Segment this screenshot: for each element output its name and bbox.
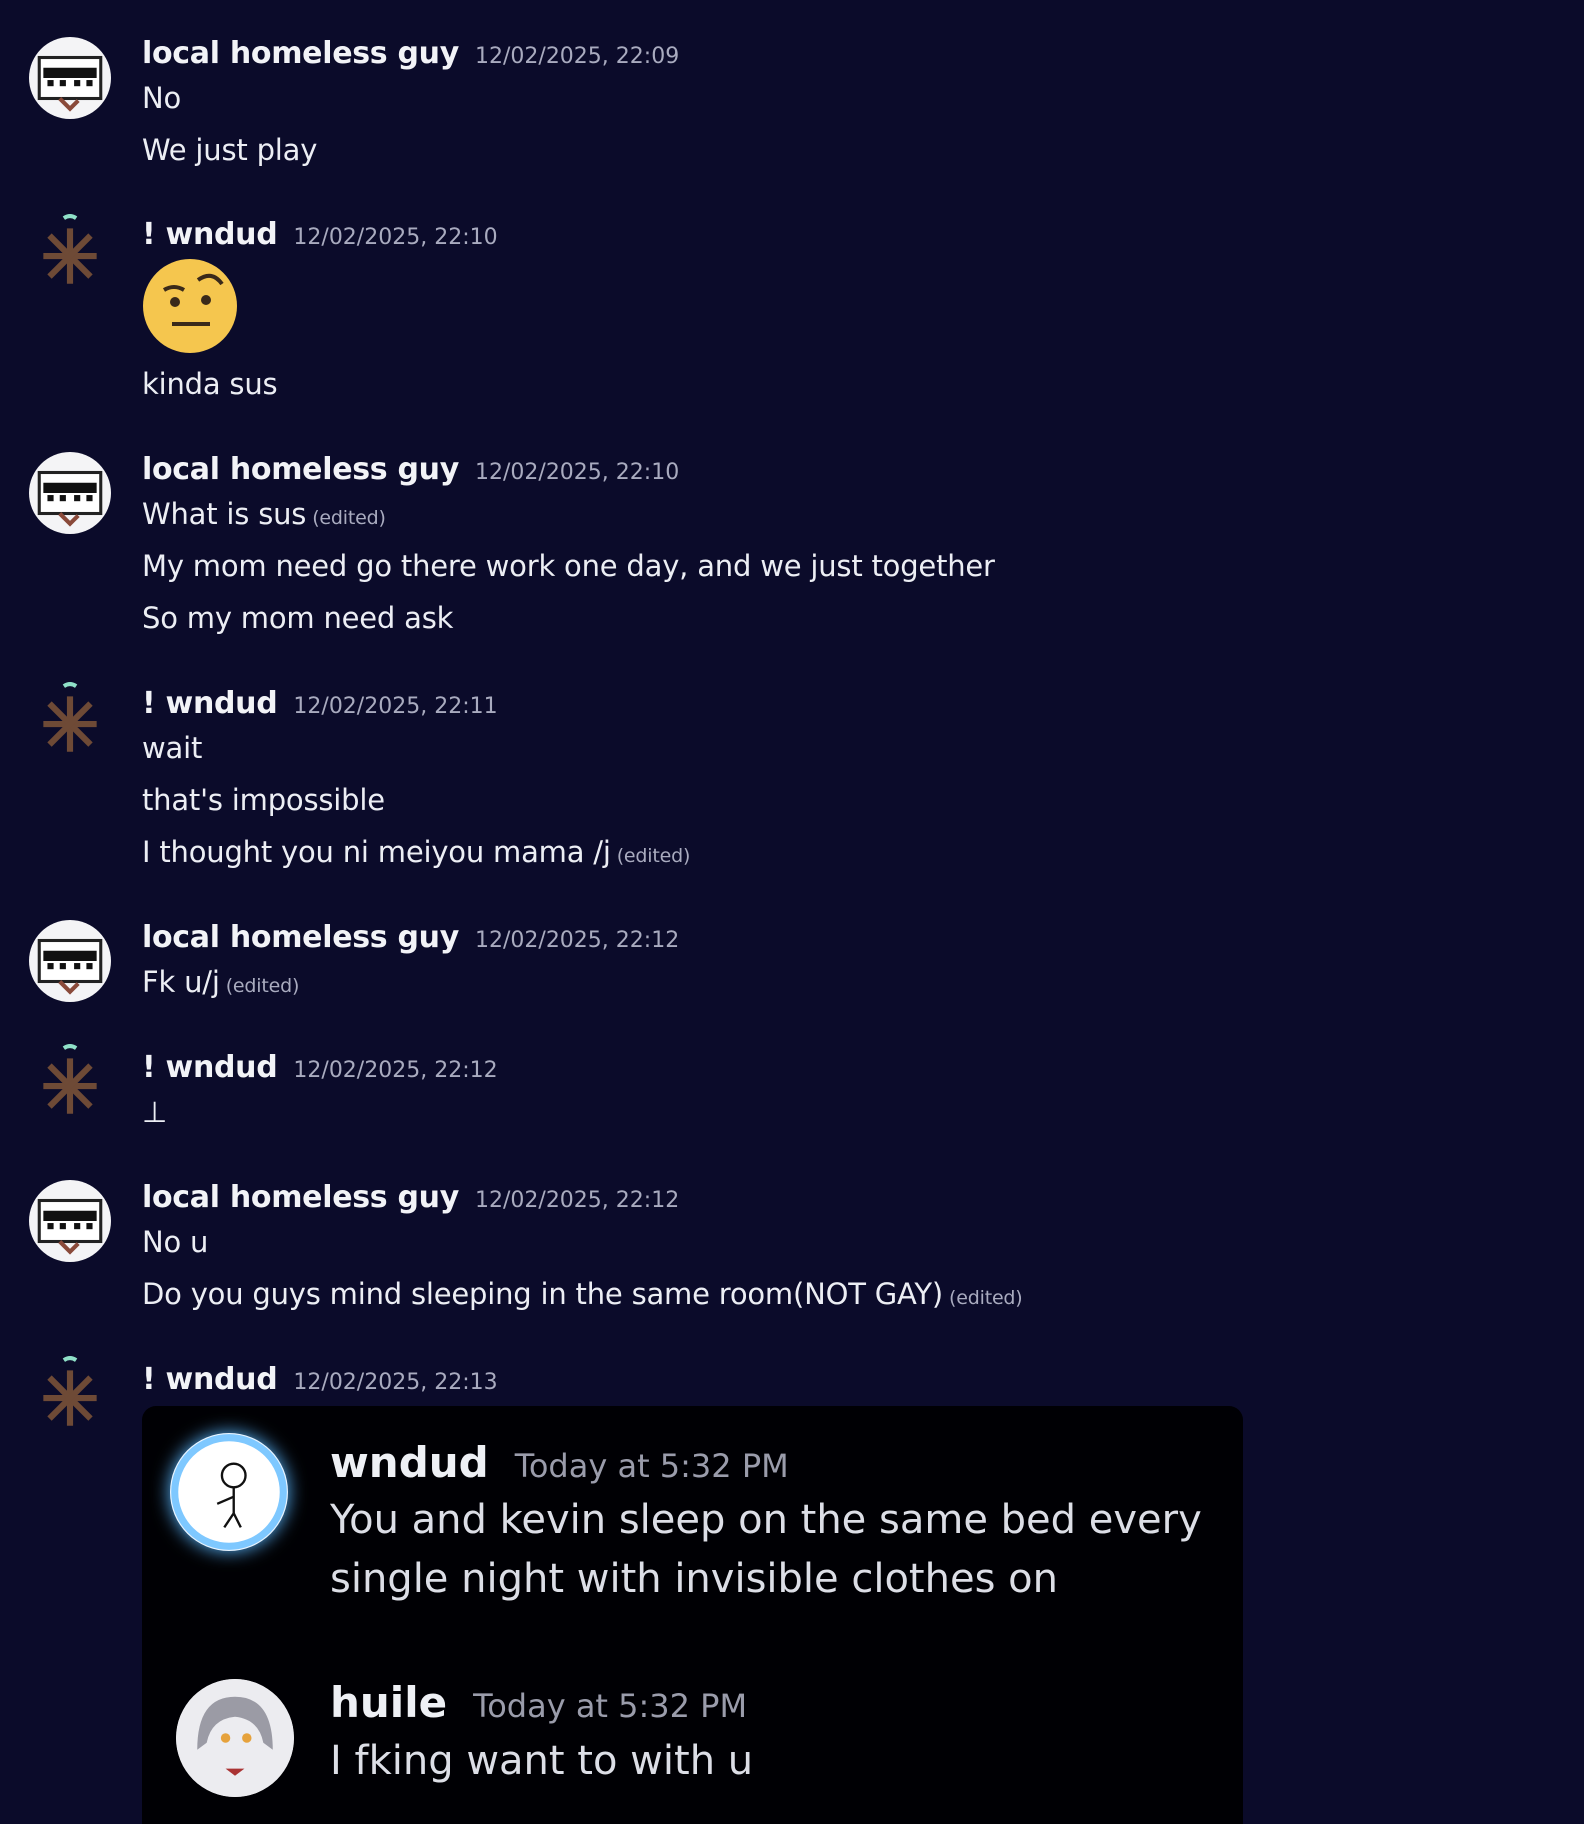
username[interactable]: ! wndud — [142, 1362, 278, 1397]
message-text: My mom need go there work one day, and w… — [142, 549, 995, 583]
avatar[interactable] — [29, 212, 111, 294]
embed-username: huile — [330, 1678, 448, 1727]
message-header: ! wndud 12/02/2025, 22:10 — [142, 217, 498, 252]
edited-label: (edited) — [312, 507, 386, 529]
embed-text: You and kevin sleep on the same bed ever… — [330, 1497, 1202, 1543]
snowflake-sprout-avatar-icon — [43, 1044, 97, 1114]
message-header: local homeless guy 12/02/2025, 22:12 — [142, 920, 679, 955]
message-text: Do you guys mind sleeping in the same ro… — [142, 1277, 1023, 1311]
message-text: No u — [142, 1225, 209, 1259]
message-text: that's impossible — [142, 783, 385, 817]
username[interactable]: ! wndud — [142, 1050, 278, 1085]
avatar[interactable] — [29, 1042, 111, 1124]
message-text: kinda sus — [142, 367, 278, 401]
avatar[interactable] — [29, 1180, 111, 1262]
embed-header: huile Today at 5:32 PM — [330, 1678, 747, 1727]
username[interactable]: local homeless guy — [142, 452, 459, 487]
avatar[interactable] — [29, 920, 111, 1002]
snowflake-sprout-avatar-icon — [43, 1356, 97, 1426]
embed-avatar — [176, 1679, 294, 1797]
embed-username: wndud — [330, 1438, 489, 1487]
avatar[interactable] — [29, 680, 111, 762]
timestamp[interactable]: 12/02/2025, 22:13 — [293, 1370, 497, 1395]
message-text: So my mom need ask — [142, 601, 454, 635]
timestamp[interactable]: 12/02/2025, 22:10 — [475, 460, 679, 485]
message-header: local homeless guy 12/02/2025, 22:12 — [142, 1180, 679, 1215]
message-header: local homeless guy 12/02/2025, 22:09 — [142, 36, 679, 71]
anime-girl-avatar-icon — [176, 1679, 294, 1797]
username[interactable]: ! wndud — [142, 217, 278, 252]
message-header: ! wndud 12/02/2025, 22:13 — [142, 1362, 498, 1397]
raised-eyebrow-emoji-icon — [143, 259, 237, 353]
snowflake-sprout-avatar-icon — [43, 682, 97, 752]
timestamp[interactable]: 12/02/2025, 22:09 — [475, 44, 679, 69]
embed-timestamp: Today at 5:32 PM — [473, 1687, 748, 1725]
screenshot-embed[interactable]: wndud Today at 5:32 PM You and kevin sle… — [142, 1406, 1243, 1824]
message-text: Fk u/j (edited) — [142, 965, 300, 999]
embed-text: single night with invisible clothes on — [330, 1556, 1058, 1602]
message-header: ! wndud 12/02/2025, 22:11 — [142, 686, 498, 721]
username[interactable]: local homeless guy — [142, 1180, 459, 1215]
pixel-face-avatar-icon — [37, 938, 103, 995]
embed-avatar — [170, 1433, 288, 1551]
timestamp[interactable]: 12/02/2025, 22:11 — [293, 694, 497, 719]
stick-figure-avatar-icon — [171, 1434, 287, 1550]
message-text: We just play — [142, 133, 318, 167]
message-text: wait — [142, 731, 203, 765]
pixel-face-avatar-icon — [37, 1198, 103, 1255]
message-header: ! wndud 12/02/2025, 22:12 — [142, 1050, 498, 1085]
embed-timestamp: Today at 5:32 PM — [514, 1447, 789, 1485]
username[interactable]: local homeless guy — [142, 920, 459, 955]
message-text: What is sus (edited) — [142, 497, 386, 531]
message-text: ⊥ — [142, 1095, 168, 1129]
message-text: No — [142, 81, 182, 115]
pixel-face-avatar-icon — [37, 55, 103, 112]
embed-text: I fking want to with u — [330, 1738, 754, 1784]
timestamp[interactable]: 12/02/2025, 22:12 — [475, 928, 679, 953]
avatar[interactable] — [29, 37, 111, 119]
edited-label: (edited) — [225, 975, 300, 997]
username[interactable]: local homeless guy — [142, 36, 459, 71]
message-text: I thought you ni meiyou mama /j (edited) — [142, 835, 691, 869]
avatar[interactable] — [29, 1354, 111, 1436]
edited-label: (edited) — [616, 845, 691, 867]
message-header: local homeless guy 12/02/2025, 22:10 — [142, 452, 679, 487]
edited-label: (edited) — [949, 1287, 1023, 1309]
timestamp[interactable]: 12/02/2025, 22:10 — [293, 225, 497, 250]
embed-header: wndud Today at 5:32 PM — [330, 1438, 789, 1487]
chat-log: local homeless guy 12/02/2025, 22:09 No … — [0, 0, 1584, 1824]
username[interactable]: ! wndud — [142, 686, 278, 721]
snowflake-sprout-avatar-icon — [43, 214, 97, 284]
pixel-face-avatar-icon — [37, 470, 103, 527]
avatar[interactable] — [29, 452, 111, 534]
timestamp[interactable]: 12/02/2025, 22:12 — [475, 1188, 679, 1213]
timestamp[interactable]: 12/02/2025, 22:12 — [293, 1058, 497, 1083]
